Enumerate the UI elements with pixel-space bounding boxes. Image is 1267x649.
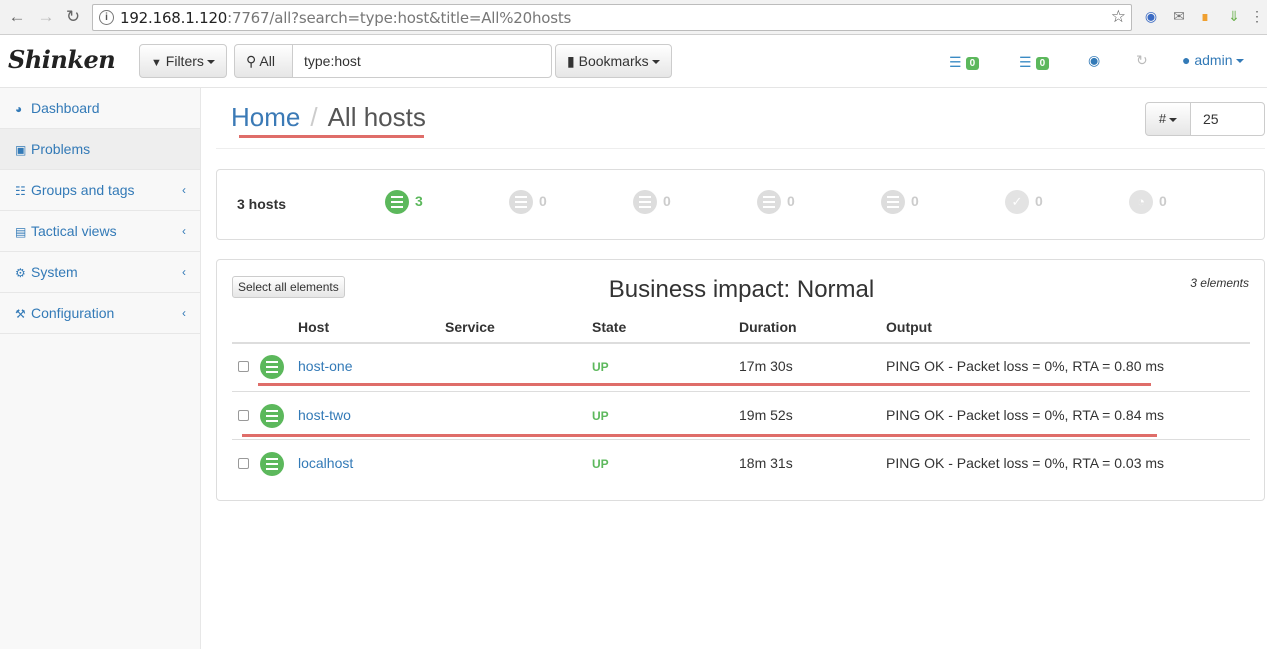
host-link[interactable]: host-one — [298, 358, 352, 374]
services-problems-counter[interactable]: ☰ 0 — [1019, 54, 1050, 71]
bookmark-star-icon[interactable]: ☆ — [1111, 7, 1126, 27]
sidebar-item-configuration[interactable]: ⚒ Configuration ‹ — [0, 293, 200, 334]
sidebar-item-system[interactable]: ⚙ System ‹ — [0, 252, 200, 293]
forward-icon[interactable]: → — [37, 8, 55, 26]
search-icon: ⚲ — [246, 53, 257, 69]
bar-chart-icon: ▤ — [15, 225, 27, 239]
divider — [216, 148, 1265, 149]
list-icon: ☰ — [1019, 54, 1032, 70]
sitemap-icon: ☷ — [15, 184, 26, 198]
extension-icon[interactable]: ◉ — [1143, 8, 1159, 24]
column-header-duration: Duration — [739, 319, 797, 335]
user-icon: ● — [1182, 52, 1191, 68]
server-icon: ☰ — [949, 54, 962, 70]
table-row: localhost UP 18m 31s PING OK - Packet lo… — [232, 439, 1250, 487]
duration-value: 19m 52s — [739, 407, 793, 423]
caret-icon — [651, 60, 660, 65]
ambulance-icon: ▣ — [15, 143, 27, 157]
output-text: PING OK - Packet loss = 0%, RTA = 0.03 m… — [886, 455, 1165, 471]
menu-icon[interactable]: ⋮ — [1249, 8, 1265, 24]
caret-icon — [1169, 117, 1178, 122]
chevron-left-icon: ‹ — [182, 224, 186, 238]
user-menu[interactable]: ● admin — [1182, 52, 1244, 68]
duration-value: 17m 30s — [739, 358, 793, 374]
caret-icon — [206, 60, 215, 65]
page-size-input[interactable]: 25 — [1190, 102, 1265, 136]
hosts-problems-counter[interactable]: ☰ 0 — [949, 54, 980, 71]
server-icon — [509, 190, 533, 214]
host-up-icon — [260, 355, 284, 379]
download-icon[interactable]: ⇓ — [1226, 8, 1242, 24]
refresh-icon[interactable]: ↻ — [1136, 52, 1148, 69]
gears-icon: ⚙ — [15, 266, 26, 280]
search-input[interactable]: type:host — [292, 44, 552, 78]
reload-icon[interactable]: ↻ — [64, 8, 82, 26]
column-header-host: Host — [298, 319, 330, 335]
column-header-state: State — [592, 319, 627, 335]
state-label: UP — [592, 409, 609, 423]
server-up-icon — [385, 190, 409, 214]
sidebar-item-dashboard[interactable]: ◕ Dashboard — [0, 88, 200, 129]
table-row: host-two UP 19m 52s PING OK - Packet los… — [232, 391, 1250, 439]
server-icon — [881, 190, 905, 214]
rss-icon[interactable]: ∎ — [1197, 8, 1213, 24]
host-link[interactable]: host-two — [298, 407, 351, 423]
breadcrumb: Home / All hosts — [231, 102, 426, 133]
sidebar: ◕ Dashboard ▣ Problems ☷ Groups and tags ‹ … — [0, 88, 201, 649]
row-annotation-underline — [258, 383, 1151, 386]
row-checkbox[interactable] — [238, 410, 249, 421]
duration-value: 18m 31s — [739, 455, 793, 471]
elements-count: 3 elements — [1190, 276, 1249, 290]
eye-icon[interactable]: ◉ — [1088, 52, 1100, 69]
breadcrumb-home[interactable]: Home — [231, 102, 300, 132]
chevron-left-icon: ‹ — [182, 265, 186, 279]
sidebar-item-problems[interactable]: ▣ Problems — [0, 129, 200, 170]
column-header-service: Service — [445, 319, 495, 335]
host-state-summary: 3 hosts 3 0 0 0 0 ✓ 0 ◔ 0 — [216, 169, 1265, 240]
info-icon[interactable]: i — [99, 10, 114, 25]
url-text: 192.168.1.120:7767/all?search=type:host&… — [120, 9, 572, 27]
bookmarks-button[interactable]: ▮ Bookmarks — [555, 44, 672, 78]
output-text: PING OK - Packet loss = 0%, RTA = 0.80 m… — [886, 358, 1165, 374]
business-impact-title: Business impact: Normal — [608, 276, 875, 303]
sidebar-item-groups-and-tags[interactable]: ☷ Groups and tags ‹ — [0, 170, 200, 211]
hosts-count: 3 hosts — [237, 196, 287, 212]
address-bar[interactable]: i 192.168.1.120:7767/all?search=type:hos… — [92, 4, 1132, 31]
dashboard-icon: ◕ — [15, 102, 23, 116]
chevron-left-icon: ‹ — [182, 183, 186, 197]
caret-icon — [1235, 59, 1244, 64]
sidebar-item-tactical-views[interactable]: ▤ Tactical views ‹ — [0, 211, 200, 252]
state-label: UP — [592, 457, 609, 471]
state-label: UP — [592, 360, 609, 374]
host-up-icon — [260, 452, 284, 476]
server-icon — [757, 190, 781, 214]
bookmark-icon: ▮ — [567, 53, 575, 69]
host-link[interactable]: localhost — [298, 455, 353, 471]
browser-toolbar: ← → ↻ i 192.168.1.120:7767/all?search=ty… — [0, 0, 1267, 35]
breadcrumb-separator: / — [310, 102, 318, 132]
app-navbar: Shinken ▼ Filters ⚲ All type:host ▮ Book… — [0, 36, 1267, 88]
back-icon[interactable]: ← — [8, 8, 26, 26]
row-checkbox[interactable] — [238, 361, 249, 372]
brand-logo[interactable]: Shinken — [8, 45, 116, 74]
row-annotation-underline — [242, 434, 1157, 437]
server-icon — [633, 190, 657, 214]
wrench-icon: ⚒ — [15, 307, 26, 321]
hosts-table-panel: Select all elements Business impact: Nor… — [216, 259, 1265, 501]
row-checkbox[interactable] — [238, 458, 249, 469]
page-title: All hosts — [327, 102, 426, 132]
filters-button[interactable]: ▼ Filters — [139, 44, 227, 78]
page-size-button[interactable]: # — [1145, 102, 1191, 136]
host-up-icon — [260, 404, 284, 428]
title-annotation-underline — [239, 135, 424, 138]
output-text: PING OK - Packet loss = 0%, RTA = 0.84 m… — [886, 407, 1165, 423]
downtime-icon: ◔ — [1129, 190, 1153, 214]
chevron-left-icon: ‹ — [182, 306, 186, 320]
column-header-output: Output — [886, 319, 932, 335]
mail-icon[interactable]: ✉ — [1171, 8, 1187, 24]
filter-icon: ▼ — [151, 57, 162, 69]
check-icon: ✓ — [1005, 190, 1029, 214]
search-scope-button[interactable]: ⚲ All — [234, 44, 293, 78]
